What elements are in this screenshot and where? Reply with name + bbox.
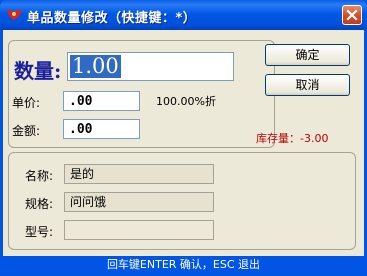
status-bar: 回车键ENTER 确认，ESC 退出 [0, 256, 367, 276]
spec-field[interactable]: 问问饿 [64, 192, 214, 212]
name-label: 名称: [25, 169, 54, 183]
name-field[interactable]: 是的 [64, 164, 214, 184]
dialog-body: 数量: 1.00 单价: .00 100.00%折 金额: .00 确定 取消 … [3, 30, 364, 256]
window-title: 单品数量修改（快捷键：*） [27, 11, 197, 26]
quantity-value: 1.00 [70, 54, 121, 78]
discount-text: 100.00%折 [156, 95, 216, 108]
stock-text: 库存量：-3.00 [256, 132, 329, 145]
price-input[interactable]: .00 [63, 91, 140, 111]
ok-button[interactable]: 确定 [265, 44, 350, 66]
quantity-label: 数量: [14, 59, 62, 83]
price-label: 单价: [12, 96, 41, 110]
model-label: 型号: [25, 225, 54, 239]
title-bar[interactable]: 单品数量修改（快捷键：*） [0, 0, 367, 30]
spec-label: 规格: [25, 197, 54, 211]
dialog-window: 单品数量修改（快捷键：*） 数量: 1.00 单价: .00 100.00%折 … [0, 0, 367, 276]
quantity-input[interactable]: 1.00 [67, 52, 234, 81]
app-logo-icon [7, 9, 22, 20]
amount-input[interactable]: .00 [63, 119, 140, 139]
close-button[interactable] [342, 5, 362, 25]
cancel-button[interactable]: 取消 [265, 74, 350, 96]
model-field[interactable] [64, 220, 214, 240]
amount-label: 金额: [12, 124, 41, 138]
close-icon [346, 9, 358, 21]
